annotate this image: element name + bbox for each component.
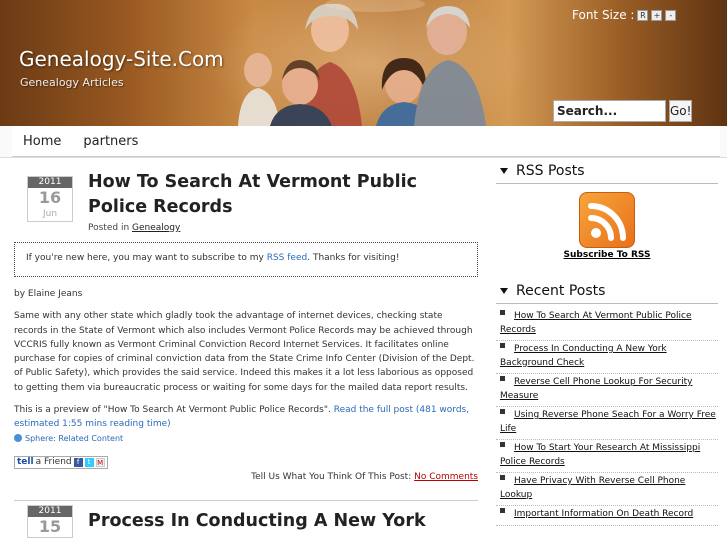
rss-icon[interactable]: [579, 192, 635, 248]
bullet-icon: [500, 376, 505, 381]
post-date-month: Jun: [42, 209, 58, 219]
nav-item-partners[interactable]: partners: [72, 126, 149, 156]
rss-widget-title: RSS Posts: [496, 160, 718, 184]
list-item: Process In Conducting A New York Backgro…: [496, 341, 718, 374]
post-author: by Elaine Jeans: [14, 289, 83, 299]
recent-post-link[interactable]: Important Information On Death Record: [514, 509, 693, 519]
recent-post-link[interactable]: Have Privacy With Reverse Cell Phone Loo…: [500, 476, 685, 500]
tell-logo: tell: [17, 457, 34, 468]
post-date-year: 2011: [28, 177, 72, 188]
notice-text-before: If you're new here, you may want to subs…: [26, 253, 264, 263]
post2-date-day: 15: [38, 516, 62, 536]
tell-a-friend-button[interactable]: tell a Friend f t M: [14, 455, 108, 469]
main-navigation: Home partners: [0, 126, 727, 158]
recent-post-link[interactable]: Reverse Cell Phone Lookup For Security M…: [500, 377, 692, 401]
rss-waves-icon: [588, 203, 626, 241]
post-excerpt: Same with any other state which gladly t…: [14, 311, 475, 393]
rss-widget-title-text: RSS Posts: [516, 163, 585, 179]
rss-feed-link[interactable]: RSS feed: [267, 253, 308, 263]
tell-a-friend-label: a Friend: [35, 457, 72, 468]
font-size-decrease-button[interactable]: -: [665, 9, 677, 21]
gmail-icon: M: [95, 457, 105, 467]
post2-date-year: 2011: [28, 505, 72, 517]
bullet-icon: [500, 442, 505, 447]
comments-line: Tell Us What You Think Of This Post: No …: [14, 472, 478, 482]
list-item: Have Privacy With Reverse Cell Phone Loo…: [496, 473, 718, 506]
post2-title[interactable]: Process In Conducting A New York: [88, 501, 478, 534]
bullet-icon: [500, 310, 505, 315]
post-article-2: 2011 15 Process In Conducting A New York: [14, 501, 478, 541]
recent-post-link[interactable]: How To Search At Vermont Public Police R…: [500, 311, 692, 335]
post-body: by Elaine Jeans Same with any other stat…: [14, 287, 478, 482]
font-size-label: Font Size :: [572, 8, 635, 22]
search-go-button[interactable]: Go!: [669, 100, 692, 122]
list-item: Using Reverse Phone Seach For a Worry Fr…: [496, 407, 718, 440]
bullet-icon: [500, 475, 505, 480]
post-preview: This is a preview of "How To Search At V…: [14, 403, 478, 432]
recent-post-link[interactable]: Process In Conducting A New York Backgro…: [500, 344, 667, 368]
font-size-increase-button[interactable]: +: [651, 9, 663, 21]
nav-item-home[interactable]: Home: [12, 126, 72, 156]
font-size-reset-button[interactable]: R: [637, 9, 649, 21]
sphere-label: Sphere: Related Content: [25, 433, 124, 443]
subscribe-notice: If you're new here, you may want to subs…: [14, 242, 478, 277]
posted-in-label: Posted in: [88, 223, 130, 233]
list-item: Reverse Cell Phone Lookup For Security M…: [496, 374, 718, 407]
list-item: How To Start Your Research At Mississipp…: [496, 440, 718, 473]
bullet-icon: [500, 343, 505, 348]
comments-link[interactable]: No Comments: [414, 472, 478, 482]
recent-posts-list: How To Search At Vermont Public Police R…: [496, 304, 718, 526]
sphere-related-content[interactable]: Sphere: Related Content: [14, 434, 478, 443]
recent-posts-title: Recent Posts: [496, 280, 718, 304]
subscribe-rss-link[interactable]: Subscribe To RSS: [496, 250, 718, 260]
post-category-link[interactable]: Genealogy: [132, 223, 180, 233]
font-size-control: Font Size : R + -: [572, 8, 677, 22]
site-header: Genealogy-Site.Com Genealogy Articles Fo…: [0, 0, 727, 126]
nav-bar: Home partners: [12, 126, 720, 157]
post-title[interactable]: How To Search At Vermont Public Police R…: [88, 170, 478, 220]
bullet-icon: [500, 508, 505, 513]
comments-prompt: Tell Us What You Think Of This Post:: [251, 471, 412, 482]
recent-post-link[interactable]: Using Reverse Phone Seach For a Worry Fr…: [500, 410, 716, 434]
recent-posts-title-text: Recent Posts: [516, 283, 606, 299]
rss-widget: Subscribe To RSS: [496, 184, 718, 280]
sidebar: RSS Posts Subscribe To RSS Recent Posts …: [496, 160, 718, 526]
site-description: Genealogy Articles: [20, 76, 124, 89]
bullet-icon: [500, 409, 505, 414]
site-title[interactable]: Genealogy-Site.Com: [19, 47, 224, 71]
notice-text-after: . Thanks for visiting!: [307, 253, 400, 263]
search-form: Go!: [553, 100, 692, 122]
post2-date-badge: 2011 15: [27, 504, 73, 538]
post-date-badge: 2011 16 Jun: [27, 176, 73, 222]
post-article: 2011 16 Jun How To Search At Vermont Pub…: [14, 170, 478, 482]
list-item: Important Information On Death Record: [496, 506, 718, 526]
twitter-icon: t: [84, 457, 94, 467]
post-meta: Posted in Genealogy: [88, 223, 478, 233]
triangle-down-icon: [500, 168, 508, 174]
triangle-down-icon: [500, 288, 508, 294]
post-date-day: 16: [38, 188, 62, 207]
main-content: 2011 16 Jun How To Search At Vermont Pub…: [14, 170, 478, 541]
recent-posts-widget: Recent Posts How To Search At Vermont Pu…: [496, 280, 718, 526]
recent-post-link[interactable]: How To Start Your Research At Mississipp…: [500, 443, 700, 467]
sphere-icon: [14, 434, 22, 443]
facebook-icon: f: [73, 457, 83, 467]
preview-text: This is a preview of "How To Search At V…: [14, 405, 331, 416]
search-input[interactable]: [553, 100, 666, 122]
list-item: How To Search At Vermont Public Police R…: [496, 308, 718, 341]
